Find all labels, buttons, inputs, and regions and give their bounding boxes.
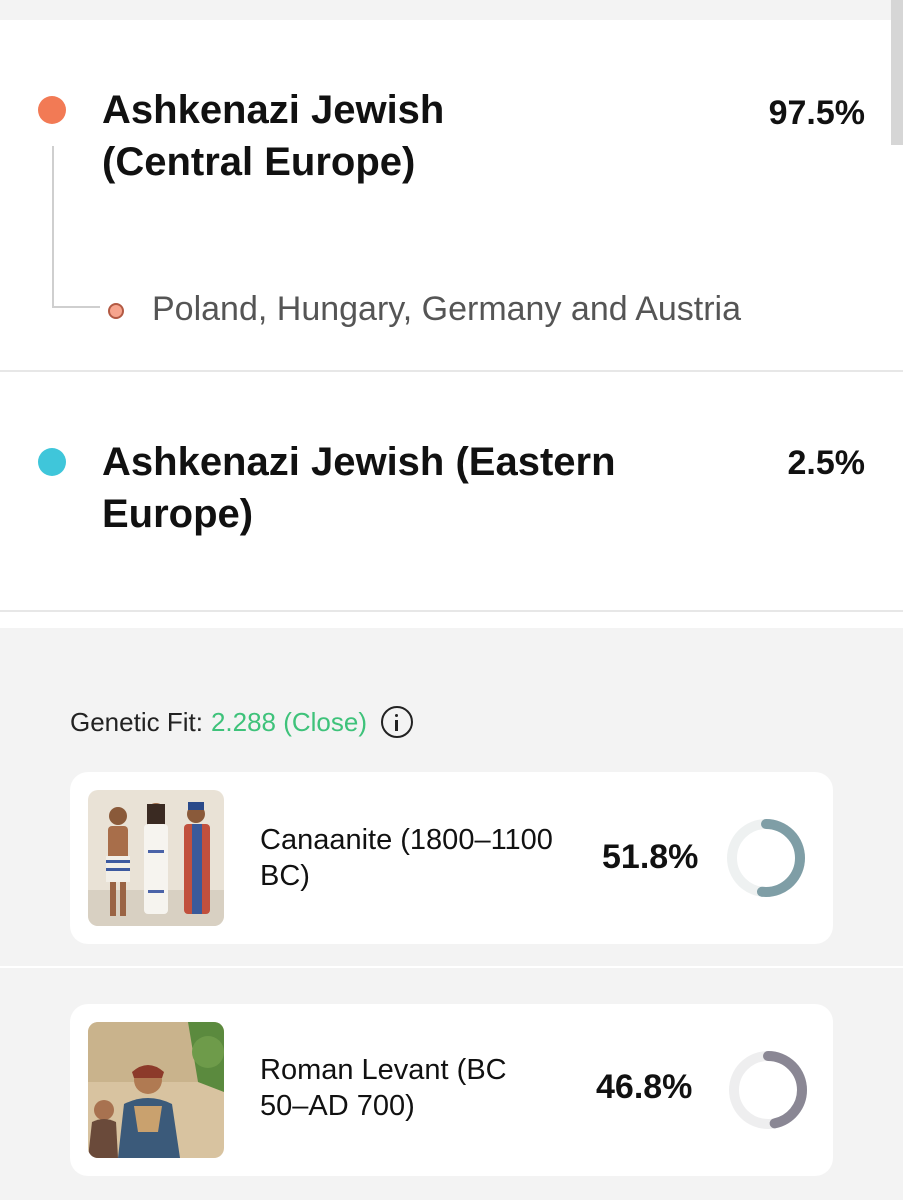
ancestry-row-central-europe[interactable]: Ashkenazi Jewish (Central Europe) 97.5% … bbox=[0, 20, 893, 370]
region-title-line-1: Ashkenazi Jewish bbox=[102, 88, 445, 132]
region-title-line-2: (Central Europe) bbox=[102, 140, 416, 184]
genetic-fit-value: 2.288 (Close) bbox=[210, 706, 368, 737]
population-card-canaanite[interactable]: Canaanite (1800–1100 BC) 51.8% bbox=[70, 772, 833, 944]
population-name: Canaanite (1800–1100 BC) bbox=[260, 822, 590, 894]
subregion-label[interactable]: Poland, Hungary, Germany and Austria bbox=[152, 290, 741, 329]
region-title-line-1: Ashkenazi Jewish (Eastern bbox=[102, 440, 616, 484]
top-strip bbox=[0, 0, 903, 20]
population-percent: 46.8% bbox=[596, 1068, 693, 1106]
population-card-roman-levant[interactable]: Roman Levant (BC 50–AD 700) 46.8% bbox=[70, 1004, 833, 1176]
tree-connector-branch bbox=[52, 306, 100, 308]
info-icon[interactable] bbox=[381, 706, 414, 738]
subregion-dot bbox=[108, 303, 124, 319]
population-percent-ring bbox=[727, 819, 805, 897]
roman-levant-thumbnail bbox=[88, 1022, 224, 1158]
population-percent-ring bbox=[729, 1051, 807, 1129]
population-name-line-2: 50–AD 700) bbox=[260, 1090, 415, 1122]
population-percent: 51.8% bbox=[602, 838, 699, 876]
region-title-line-2: Europe) bbox=[102, 492, 254, 536]
region-percent: 97.5% bbox=[768, 94, 865, 132]
region-title: Ashkenazi Jewish (Eastern Europe) bbox=[102, 436, 616, 540]
region-title: Ashkenazi Jewish (Central Europe) bbox=[102, 84, 444, 188]
region-percent: 2.5% bbox=[787, 444, 866, 482]
population-name-line-1: Roman Levant (BC bbox=[260, 1054, 507, 1086]
population-name-line-1: Canaanite (1800–1100 bbox=[260, 824, 553, 856]
population-name-line-2: BC) bbox=[260, 860, 310, 892]
genetic-fit-label: Genetic Fit: bbox=[70, 706, 203, 737]
region-color-dot bbox=[38, 448, 66, 476]
canaanite-thumbnail bbox=[88, 790, 224, 926]
region-color-dot bbox=[38, 96, 66, 124]
section-divider bbox=[0, 610, 903, 612]
tree-connector bbox=[52, 146, 54, 306]
ancestry-row-eastern-europe[interactable]: Ashkenazi Jewish (Eastern Europe) 2.5% bbox=[0, 372, 893, 610]
population-name: Roman Levant (BC 50–AD 700) bbox=[260, 1052, 590, 1124]
genetic-fit-row: Genetic Fit: 2.288 (Close) bbox=[70, 706, 414, 738]
